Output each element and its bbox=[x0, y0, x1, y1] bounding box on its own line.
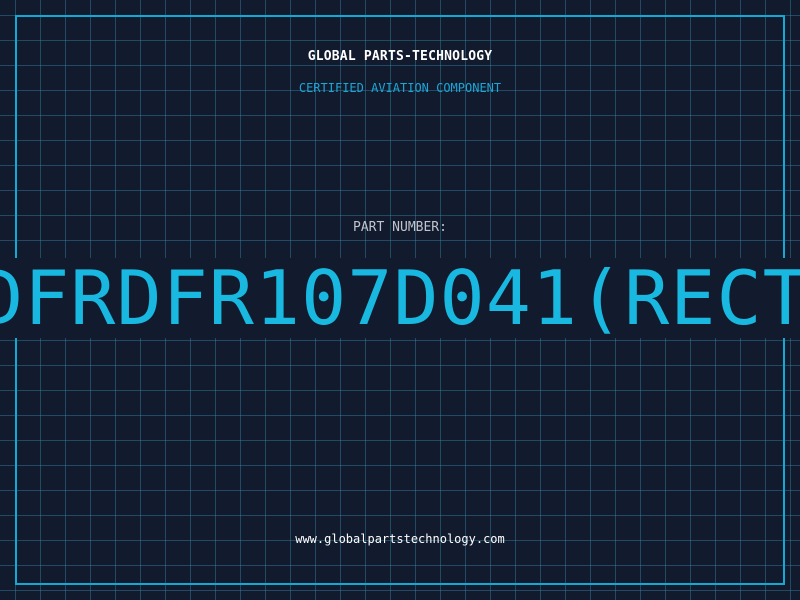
part-card: GLOBAL PARTS-TECHNOLOGY CERTIFIED AVIATI… bbox=[0, 0, 800, 600]
certification-tagline: CERTIFIED AVIATION COMPONENT bbox=[298, 81, 502, 95]
website-url: www.globalpartstechnology.com bbox=[295, 532, 505, 546]
part-number-label: PART NUMBER: bbox=[353, 220, 447, 235]
company-name: GLOBAL PARTS-TECHNOLOGY bbox=[307, 49, 493, 64]
part-number-value: DFRDFR107D041(RECTR bbox=[0, 258, 800, 338]
part-number-band: DFRDFR107D041(RECTR bbox=[0, 258, 800, 338]
